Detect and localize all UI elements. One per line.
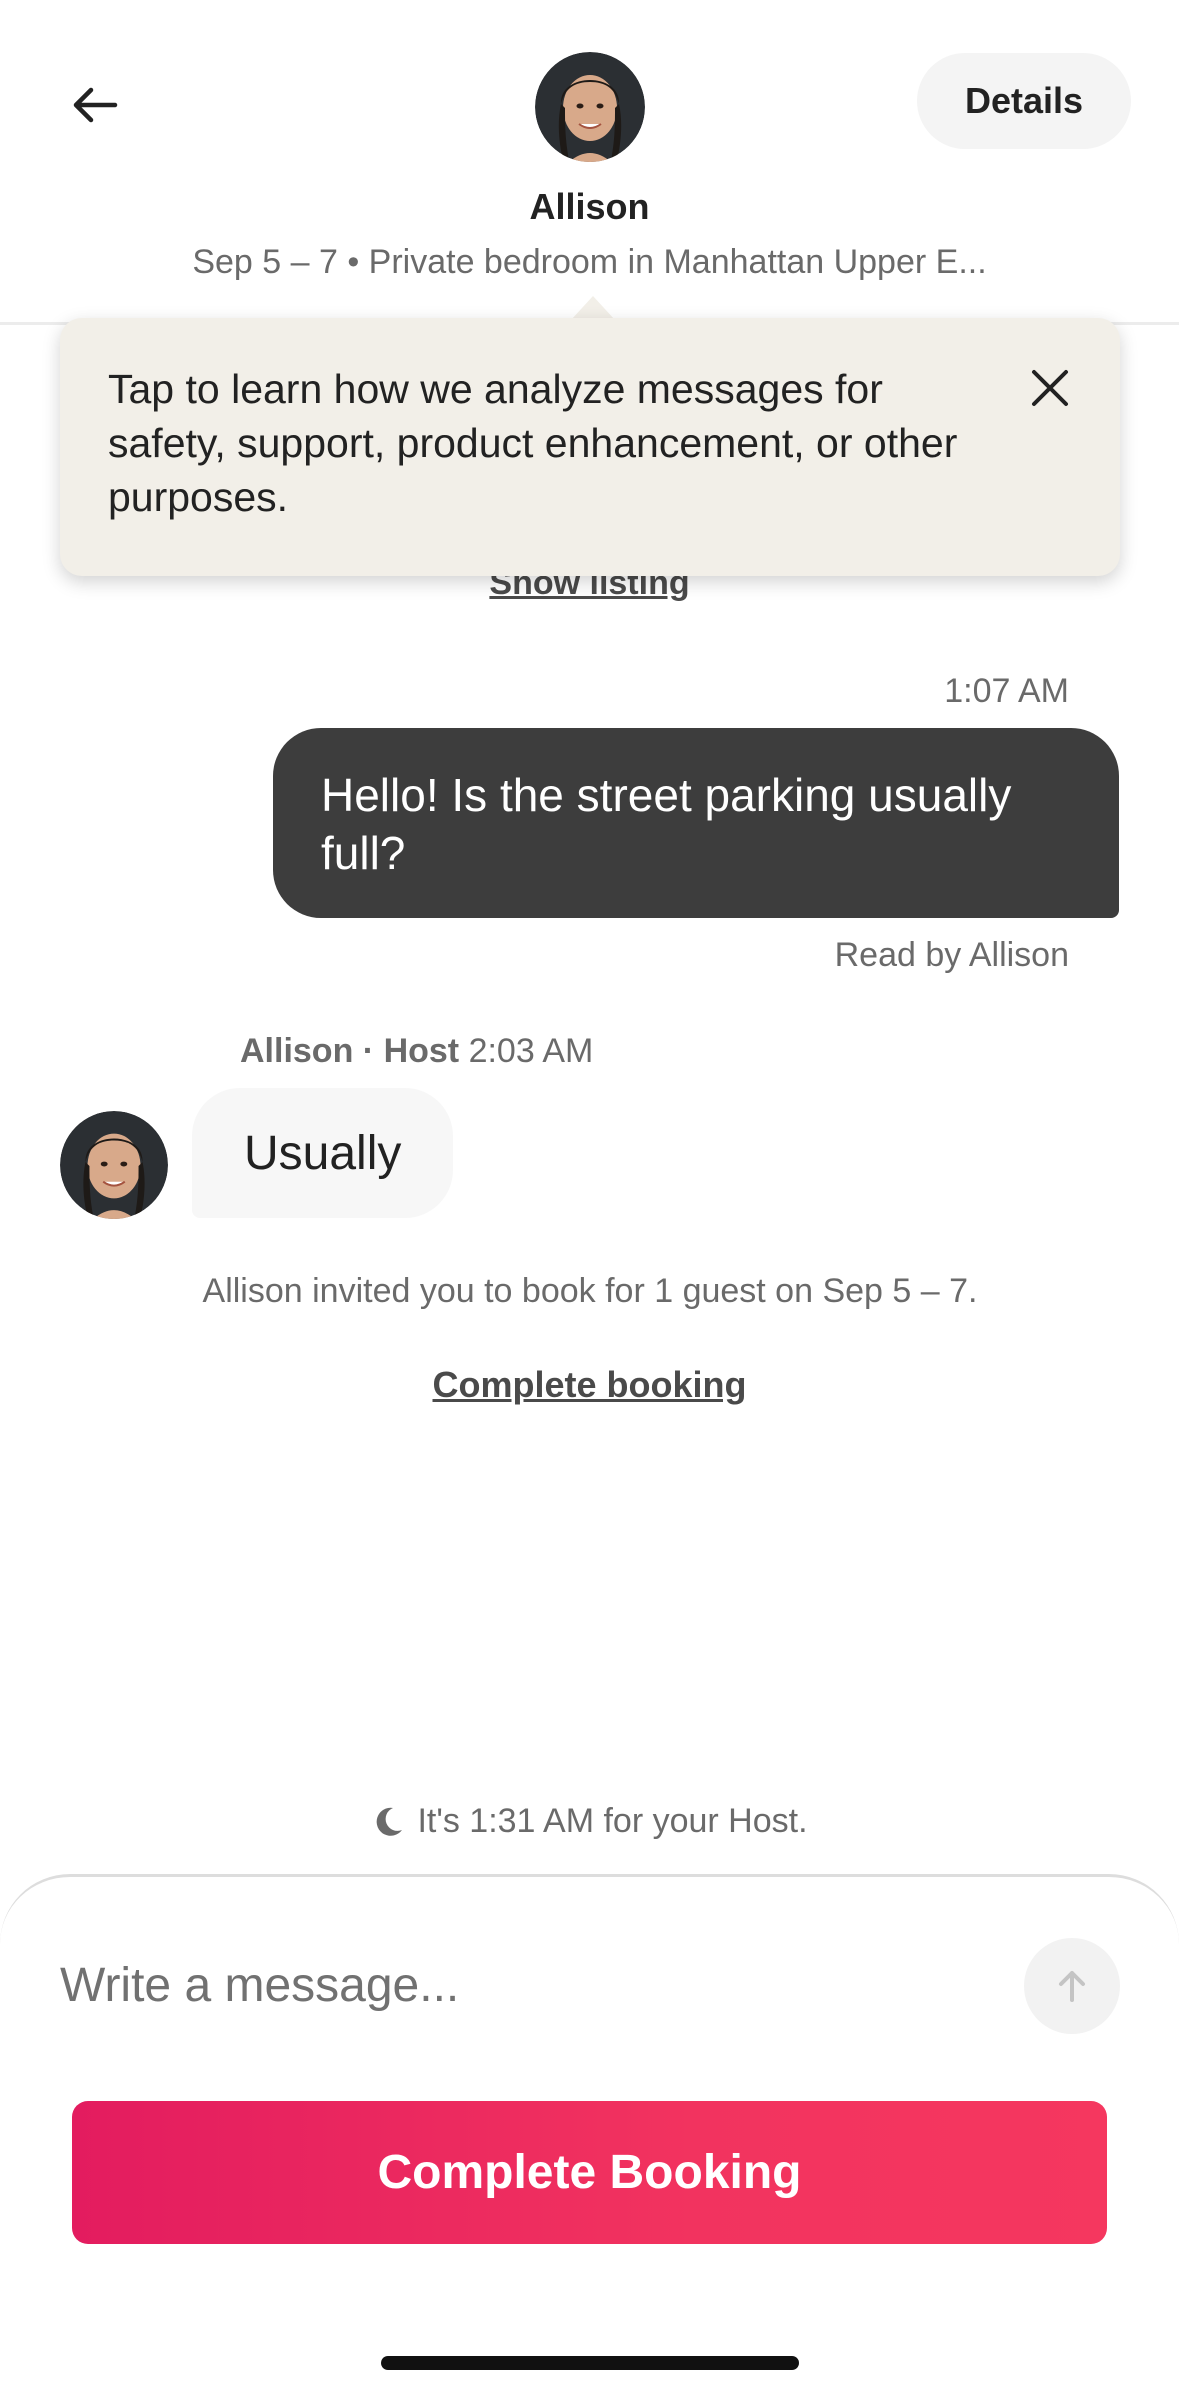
- arrow-up-icon: [1059, 1971, 1085, 2002]
- host-name: Allison: [529, 186, 650, 227]
- listing-subtitle[interactable]: Sep 5 – 7 • Private bedroom in Manhattan…: [0, 243, 1179, 282]
- home-indicator: [381, 2356, 799, 2370]
- arrow-left-icon: [73, 87, 118, 123]
- host-avatar[interactable]: [535, 52, 645, 162]
- incoming-role-separator: ·: [353, 1032, 384, 1070]
- outgoing-timestamp: 1:07 AM: [944, 672, 1069, 710]
- booking-invite-text: Allison invited you to book for 1 guest …: [202, 1272, 978, 1310]
- incoming-role: Host: [383, 1032, 460, 1070]
- incoming-timestamp: 2:03 AM: [459, 1032, 594, 1070]
- sender-avatar[interactable]: [60, 1111, 168, 1219]
- send-button[interactable]: [1024, 1938, 1120, 2034]
- message-input[interactable]: [60, 1950, 960, 2020]
- outgoing-message-bubble[interactable]: Hello! Is the street parking usually ful…: [273, 728, 1119, 918]
- tooltip-arrow: [571, 296, 615, 320]
- host-local-time: It's 1:31 AM for your Host.: [0, 1802, 1179, 1841]
- back-button[interactable]: [50, 60, 140, 150]
- privacy-tooltip[interactable]: Tap to learn how we analyze messages for…: [60, 318, 1120, 576]
- moon-icon: [377, 1807, 403, 1836]
- complete-booking-button[interactable]: Complete Booking: [72, 2101, 1107, 2244]
- details-button[interactable]: Details: [917, 53, 1131, 149]
- tooltip-text: Tap to learn how we analyze messages for…: [108, 366, 958, 520]
- incoming-sender: Allison: [240, 1032, 354, 1070]
- close-icon: [1032, 370, 1068, 406]
- read-receipt: Read by Allison: [834, 936, 1069, 974]
- incoming-message-bubble[interactable]: Usually: [192, 1088, 454, 1218]
- tooltip-close-button[interactable]: [1020, 358, 1080, 418]
- complete-booking-link[interactable]: Complete booking: [0, 1364, 1179, 1406]
- host-time-text: It's 1:31 AM for your Host.: [417, 1802, 808, 1840]
- incoming-meta: Allison · Host 2:03 AM: [240, 1032, 593, 1071]
